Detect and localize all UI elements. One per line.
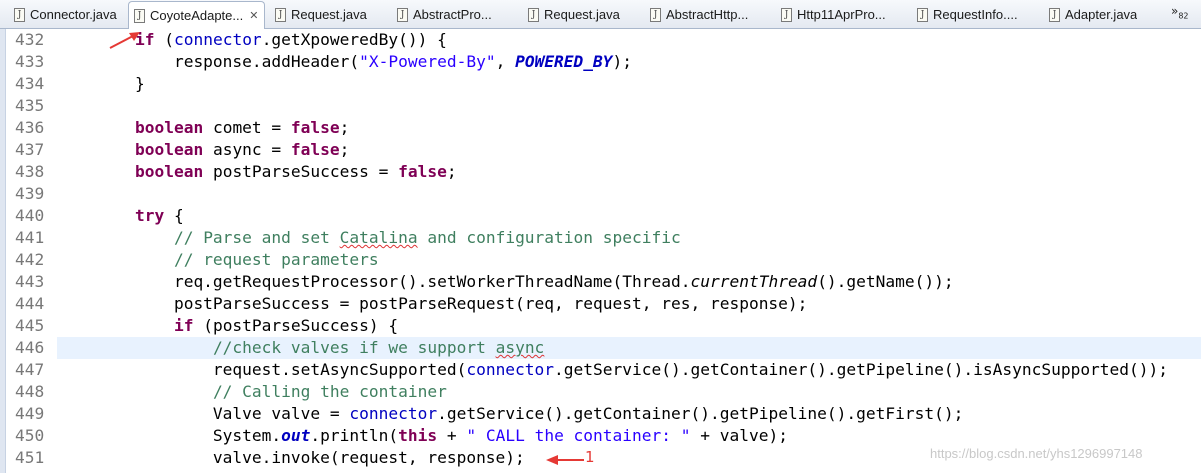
invoke-pointer-arrow-head <box>546 455 558 465</box>
annotation-arrows <box>109 32 584 465</box>
tab-pointer-arrow-line <box>109 35 134 49</box>
watermark: https://blog.csdn.net/yhs1296997148 <box>930 446 1143 461</box>
annotation-label: 1 <box>585 448 595 466</box>
